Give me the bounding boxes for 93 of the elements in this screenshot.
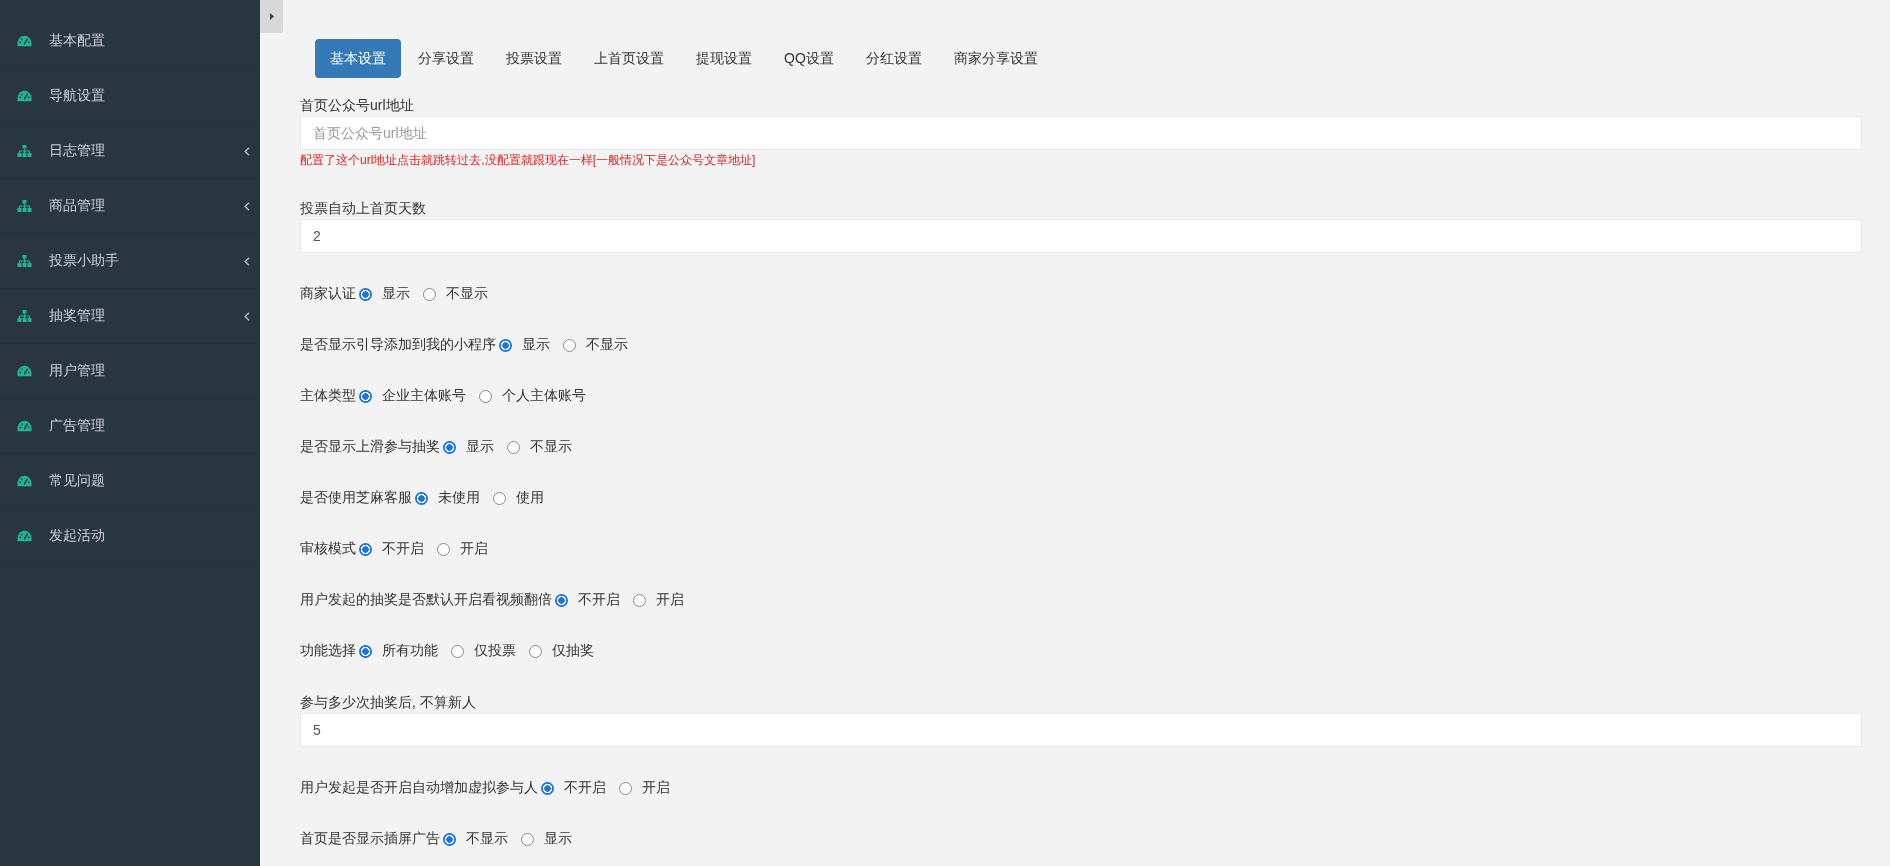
- radio-button[interactable]: [563, 338, 576, 352]
- field-label: 审核模式: [300, 540, 356, 558]
- sidebar-item[interactable]: 常见问题: [0, 454, 260, 509]
- gauge-icon: [17, 35, 32, 47]
- text-input[interactable]: 2: [300, 219, 1862, 253]
- radio-label[interactable]: 个人主体账号: [502, 387, 586, 405]
- field-label: 用户发起是否开启自动增加虚拟参与人: [300, 779, 538, 797]
- tab[interactable]: 分红设置: [850, 39, 937, 78]
- radio-label[interactable]: 开启: [642, 779, 670, 797]
- hierarchy-icon: [17, 145, 32, 157]
- radio-label[interactable]: 不开启: [382, 540, 424, 558]
- radio-button[interactable]: [415, 491, 428, 505]
- radio-label[interactable]: 开启: [460, 540, 488, 558]
- field-label: 用户发起的抽奖是否默认开启看视频翻倍: [300, 591, 552, 609]
- radio-button[interactable]: [359, 542, 372, 556]
- tab[interactable]: 投票设置: [491, 39, 577, 78]
- radio-button[interactable]: [529, 644, 542, 658]
- radio-button[interactable]: [555, 593, 568, 607]
- field-label: 首页是否显示插屏广告: [300, 830, 440, 848]
- field-label: 主体类型: [300, 387, 356, 405]
- radio-button[interactable]: [451, 644, 464, 658]
- chevron-left-icon: [244, 256, 250, 266]
- sidebar-item[interactable]: 导航设置: [0, 69, 260, 124]
- field-label: 功能选择: [300, 642, 356, 660]
- radio-button[interactable]: [541, 781, 554, 795]
- radio-label[interactable]: 显示: [466, 438, 494, 456]
- radio-label[interactable]: 企业主体账号: [382, 387, 466, 405]
- tab[interactable]: 提现设置: [681, 39, 767, 78]
- radio-label[interactable]: 不开启: [564, 779, 606, 797]
- sidebar-item[interactable]: 抽奖管理: [0, 289, 260, 344]
- field-label: 是否显示引导添加到我的小程序: [300, 336, 496, 354]
- radio-button[interactable]: [359, 389, 372, 403]
- radio-label[interactable]: 仅抽奖: [552, 642, 594, 660]
- radio-button[interactable]: [507, 440, 520, 454]
- radio-button[interactable]: [521, 832, 534, 846]
- chevron-left-icon: [244, 201, 250, 211]
- radio-button[interactable]: [359, 287, 372, 301]
- text-input[interactable]: 首页公众号url地址: [300, 116, 1862, 150]
- gauge-icon: [17, 530, 32, 542]
- sidebar-item[interactable]: 广告管理: [0, 399, 260, 454]
- radio-button[interactable]: [633, 593, 646, 607]
- field-label: 首页公众号url地址: [300, 96, 415, 115]
- hierarchy-icon: [17, 200, 32, 212]
- chevron-left-icon: [244, 311, 250, 321]
- hierarchy-icon: [17, 255, 32, 267]
- tab[interactable]: 分享设置: [403, 39, 489, 78]
- radio-button[interactable]: [493, 491, 506, 505]
- sidebar-item[interactable]: 日志管理: [0, 124, 260, 179]
- radio-label[interactable]: 显示: [544, 830, 572, 848]
- radio-button[interactable]: [619, 781, 632, 795]
- gauge-icon: [17, 420, 32, 432]
- radio-label[interactable]: 显示: [382, 285, 410, 303]
- gauge-icon: [17, 475, 32, 487]
- sidebar-item[interactable]: 基本配置: [0, 14, 260, 69]
- sidebar-item[interactable]: 发起活动: [0, 509, 260, 564]
- radio-label[interactable]: 所有功能: [382, 642, 438, 660]
- gauge-icon: [17, 365, 32, 377]
- chevron-left-icon: [244, 146, 250, 156]
- tab[interactable]: 上首页设置: [579, 39, 679, 78]
- sidebar-item[interactable]: 用户管理: [0, 344, 260, 399]
- radio-label[interactable]: 不开启: [578, 591, 620, 609]
- radio-button[interactable]: [359, 644, 372, 658]
- sidebar-item[interactable]: 商品管理: [0, 179, 260, 234]
- field-hint: 配置了这个url地址点击就跳转过去,没配置就跟现在一样[一般情况下是公众号文章地址]: [300, 153, 757, 167]
- tab[interactable]: QQ设置: [769, 39, 849, 78]
- radio-label[interactable]: 不显示: [586, 336, 628, 354]
- radio-label[interactable]: 不显示: [446, 285, 488, 303]
- sidebar-toggle-button[interactable]: [260, 0, 283, 33]
- radio-label[interactable]: 仅投票: [474, 642, 516, 660]
- radio-button[interactable]: [443, 832, 456, 846]
- radio-button[interactable]: [437, 542, 450, 556]
- text-input[interactable]: 5: [300, 713, 1862, 747]
- caret-icon: [269, 13, 274, 20]
- field-label: 是否使用芝麻客服: [300, 489, 412, 507]
- radio-label[interactable]: 显示: [522, 336, 550, 354]
- gauge-icon: [17, 90, 32, 102]
- sidebar-item[interactable]: 投票小助手: [0, 234, 260, 289]
- radio-button[interactable]: [499, 338, 512, 352]
- field-label: 是否显示上滑参与抽奖: [300, 438, 440, 456]
- tab[interactable]: 商家分享设置: [938, 39, 1053, 78]
- field-label: 商家认证: [300, 285, 356, 303]
- radio-label[interactable]: 使用: [516, 489, 544, 507]
- radio-label[interactable]: 开启: [656, 591, 684, 609]
- radio-label[interactable]: 不显示: [466, 830, 508, 848]
- tab[interactable]: 基本设置: [315, 39, 401, 78]
- radio-label[interactable]: 未使用: [438, 489, 480, 507]
- radio-button[interactable]: [479, 389, 492, 403]
- radio-button[interactable]: [423, 287, 436, 301]
- radio-button[interactable]: [443, 440, 456, 454]
- field-label: 投票自动上首页天数: [300, 199, 427, 218]
- field-label: 参与多少次抽奖后, 不算新人: [300, 693, 477, 712]
- radio-label[interactable]: 不显示: [530, 438, 572, 456]
- hierarchy-icon: [17, 310, 32, 322]
